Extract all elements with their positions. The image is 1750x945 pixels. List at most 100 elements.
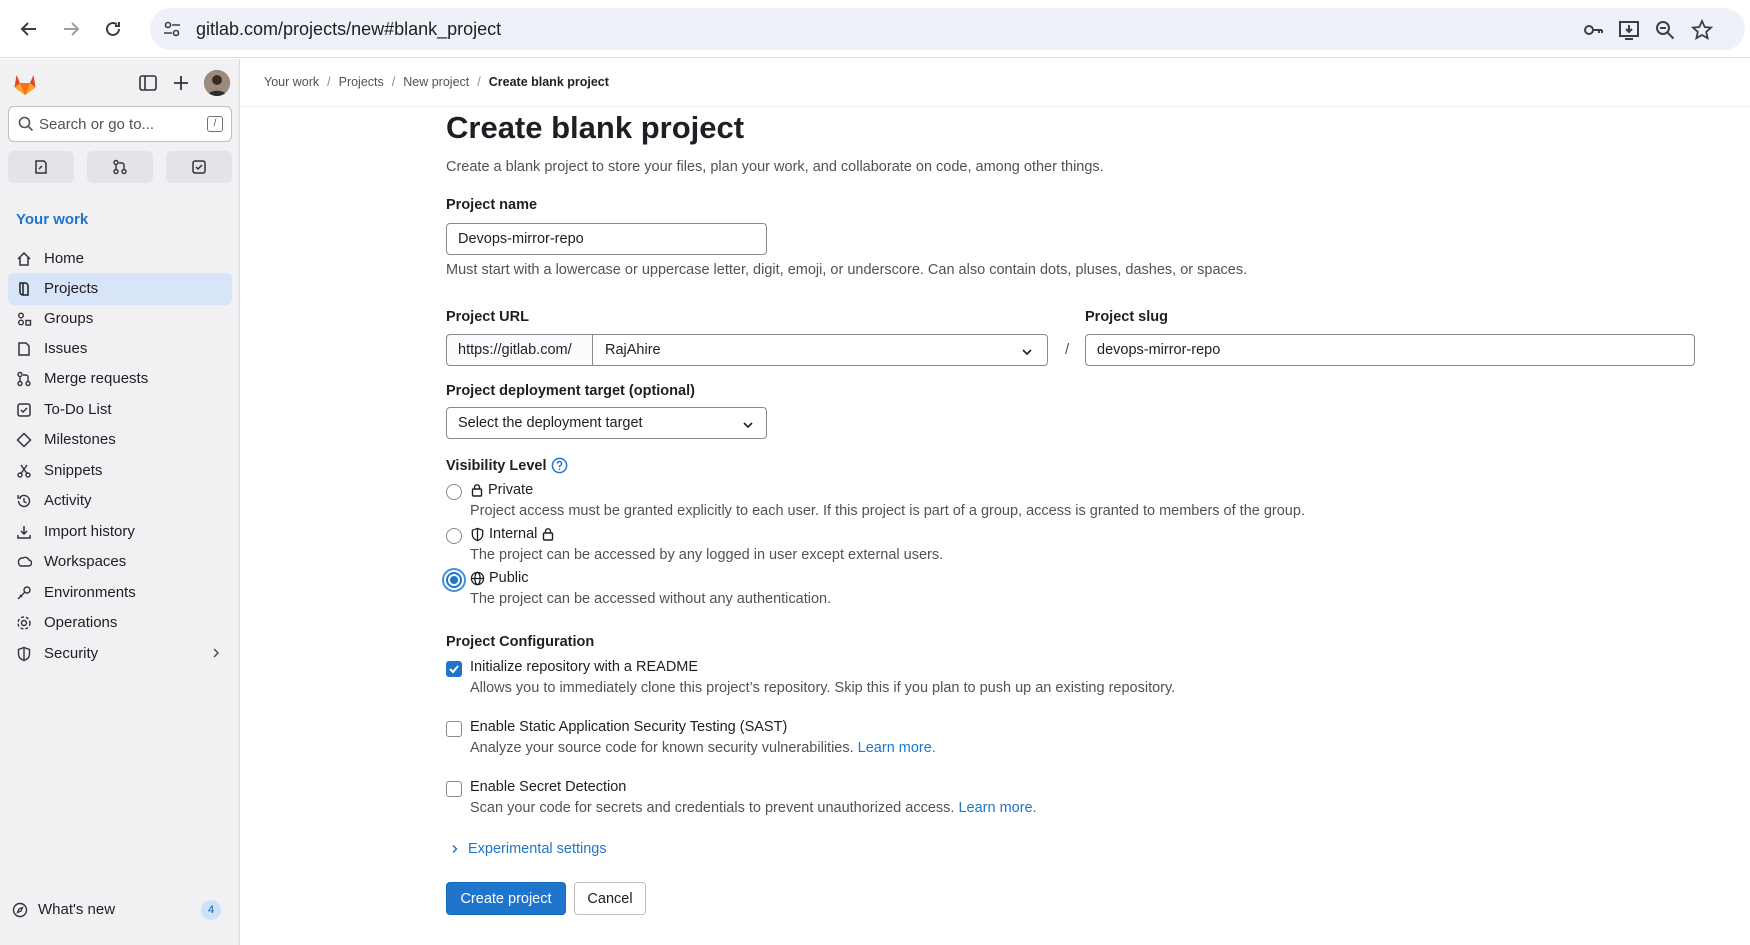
visibility-public-radio[interactable] <box>446 572 462 588</box>
install-app-icon[interactable] <box>1618 19 1640 41</box>
deployment-target-label: Project deployment target (optional) <box>446 383 695 399</box>
whats-new-label: What's new <box>38 901 116 918</box>
visibility-internal-radio[interactable] <box>446 528 462 544</box>
site-info-icon[interactable] <box>162 19 182 39</box>
sidebar-item-operations[interactable]: Operations <box>8 607 232 639</box>
todo-button[interactable] <box>166 151 232 183</box>
gitlab-logo-icon[interactable] <box>12 71 38 97</box>
forward-button[interactable] <box>56 14 86 44</box>
visibility-level-label: Visibility Level <box>446 457 547 474</box>
assigned-issues-button[interactable] <box>8 151 74 183</box>
breadcrumb-projects[interactable]: Projects <box>339 75 384 89</box>
readme-option-label[interactable]: Initialize repository with a README <box>470 659 698 675</box>
zoom-icon[interactable] <box>1654 19 1676 41</box>
readme-option-description: Allows you to immediately clone this pro… <box>470 680 1176 696</box>
sast-option-label[interactable]: Enable Static Application Security Testi… <box>470 719 787 735</box>
chevron-right-icon <box>452 844 458 854</box>
cancel-button[interactable]: Cancel <box>574 882 646 915</box>
sidebar-item-snippets[interactable]: Snippets <box>8 455 232 487</box>
sidebar-item-import-history[interactable]: Import history <box>8 516 232 548</box>
sidebar-item-todo-list[interactable]: To-Do List <box>8 394 232 426</box>
plus-icon[interactable] <box>170 72 192 94</box>
experimental-settings-label: Experimental settings <box>468 841 607 857</box>
sidebar-toggle-icon[interactable] <box>137 72 159 94</box>
sidebar-item-home[interactable]: Home <box>8 243 232 275</box>
sidebar-item-issues[interactable]: Issues <box>8 333 232 365</box>
environment-icon <box>17 586 31 600</box>
project-slug-input[interactable] <box>1085 334 1695 366</box>
password-key-icon[interactable] <box>1582 19 1604 41</box>
sidebar-item-groups[interactable]: Groups <box>8 303 232 335</box>
checkmark-icon <box>449 665 459 674</box>
sidebar-item-label: Groups <box>44 310 94 327</box>
import-icon <box>17 526 31 539</box>
todo-icon <box>192 160 206 174</box>
breadcrumb-separator: / <box>477 75 481 89</box>
sidebar-item-projects[interactable]: Projects <box>8 273 232 305</box>
breadcrumb-current[interactable]: Create blank project <box>489 75 609 89</box>
sidebar-item-label: Snippets <box>44 462 103 479</box>
sidebar: Search or go to... / Your work Home Proj… <box>0 59 240 945</box>
sidebar-section-title: Your work <box>16 211 89 228</box>
visibility-level-heading: Visibility Level <box>446 457 568 474</box>
sidebar-item-label: Operations <box>44 614 118 631</box>
breadcrumb-new-project[interactable]: New project <box>403 75 469 89</box>
sast-checkbox[interactable] <box>446 721 462 737</box>
reload-button[interactable] <box>98 14 128 44</box>
visibility-private-description: Project access must be granted explicitl… <box>470 503 1305 519</box>
secret-detection-option-description: Scan your code for secrets and credentia… <box>470 800 1037 816</box>
whats-new-button[interactable]: What's new 4 <box>8 894 232 926</box>
visibility-private-option[interactable]: Private <box>470 482 533 498</box>
sidebar-item-merge-requests[interactable]: Merge requests <box>8 363 232 395</box>
arrow-left-icon <box>20 22 36 36</box>
search-placeholder: Search or go to... <box>39 116 155 133</box>
create-project-button[interactable]: Create project <box>446 882 566 915</box>
breadcrumb-your-work[interactable]: Your work <box>264 75 319 89</box>
project-icon <box>19 282 29 296</box>
merge-requests-button[interactable] <box>87 151 153 183</box>
merge-request-icon <box>113 159 127 175</box>
visibility-private-radio[interactable] <box>446 484 462 500</box>
url-text: gitlab.com/projects/new#blank_project <box>196 19 502 39</box>
visibility-internal-option[interactable]: Internal <box>470 526 555 542</box>
secret-detection-checkbox[interactable] <box>446 781 462 797</box>
project-name-input[interactable] <box>446 223 767 255</box>
sidebar-item-milestones[interactable]: Milestones <box>8 424 232 456</box>
shield-icon <box>17 646 31 662</box>
bookmark-star-icon[interactable] <box>1691 19 1713 41</box>
visibility-public-option[interactable]: Public <box>470 570 529 586</box>
sidebar-item-workspaces[interactable]: Workspaces <box>8 546 232 578</box>
reload-icon <box>106 21 120 36</box>
sidebar-item-label: Workspaces <box>44 553 127 570</box>
issues-icon <box>35 160 47 174</box>
sidebar-item-security[interactable]: Security <box>8 638 232 670</box>
history-icon <box>17 494 31 508</box>
group-icon <box>18 312 32 326</box>
experimental-settings-toggle[interactable]: Experimental settings <box>450 841 607 857</box>
secret-detection-option-label[interactable]: Enable Secret Detection <box>470 779 626 795</box>
sidebar-item-label: Milestones <box>44 431 116 448</box>
sidebar-item-label: Issues <box>44 340 88 357</box>
readme-checkbox[interactable] <box>446 661 462 677</box>
sast-option-description: Analyze your source code for known secur… <box>470 740 936 756</box>
sidebar-item-environments[interactable]: Environments <box>8 577 232 609</box>
avatar[interactable] <box>204 70 230 96</box>
chevron-down-icon <box>1022 349 1032 356</box>
project-slug-label: Project slug <box>1085 309 1168 325</box>
back-button[interactable] <box>14 14 44 44</box>
user-avatar-icon <box>204 70 230 96</box>
visibility-public-label: Public <box>489 570 529 586</box>
search-input[interactable]: Search or go to... / <box>8 106 232 142</box>
sast-learn-more-link[interactable]: Learn more. <box>858 740 936 756</box>
question-circle-icon[interactable] <box>551 457 568 474</box>
deployment-target-select[interactable]: Select the deployment target <box>446 407 767 439</box>
todo-icon <box>17 403 31 417</box>
page-title: Create blank project <box>446 110 745 145</box>
sidebar-item-activity[interactable]: Activity <box>8 485 232 517</box>
project-url-prefix: https://gitlab.com/ <box>446 334 593 366</box>
namespace-select[interactable]: RajAhire <box>592 334 1048 366</box>
arrow-right-icon <box>64 22 80 36</box>
lock-icon <box>471 484 483 497</box>
address-bar[interactable]: gitlab.com/projects/new#blank_project <box>150 8 1745 50</box>
secret-detection-learn-more-link[interactable]: Learn more. <box>958 800 1036 816</box>
